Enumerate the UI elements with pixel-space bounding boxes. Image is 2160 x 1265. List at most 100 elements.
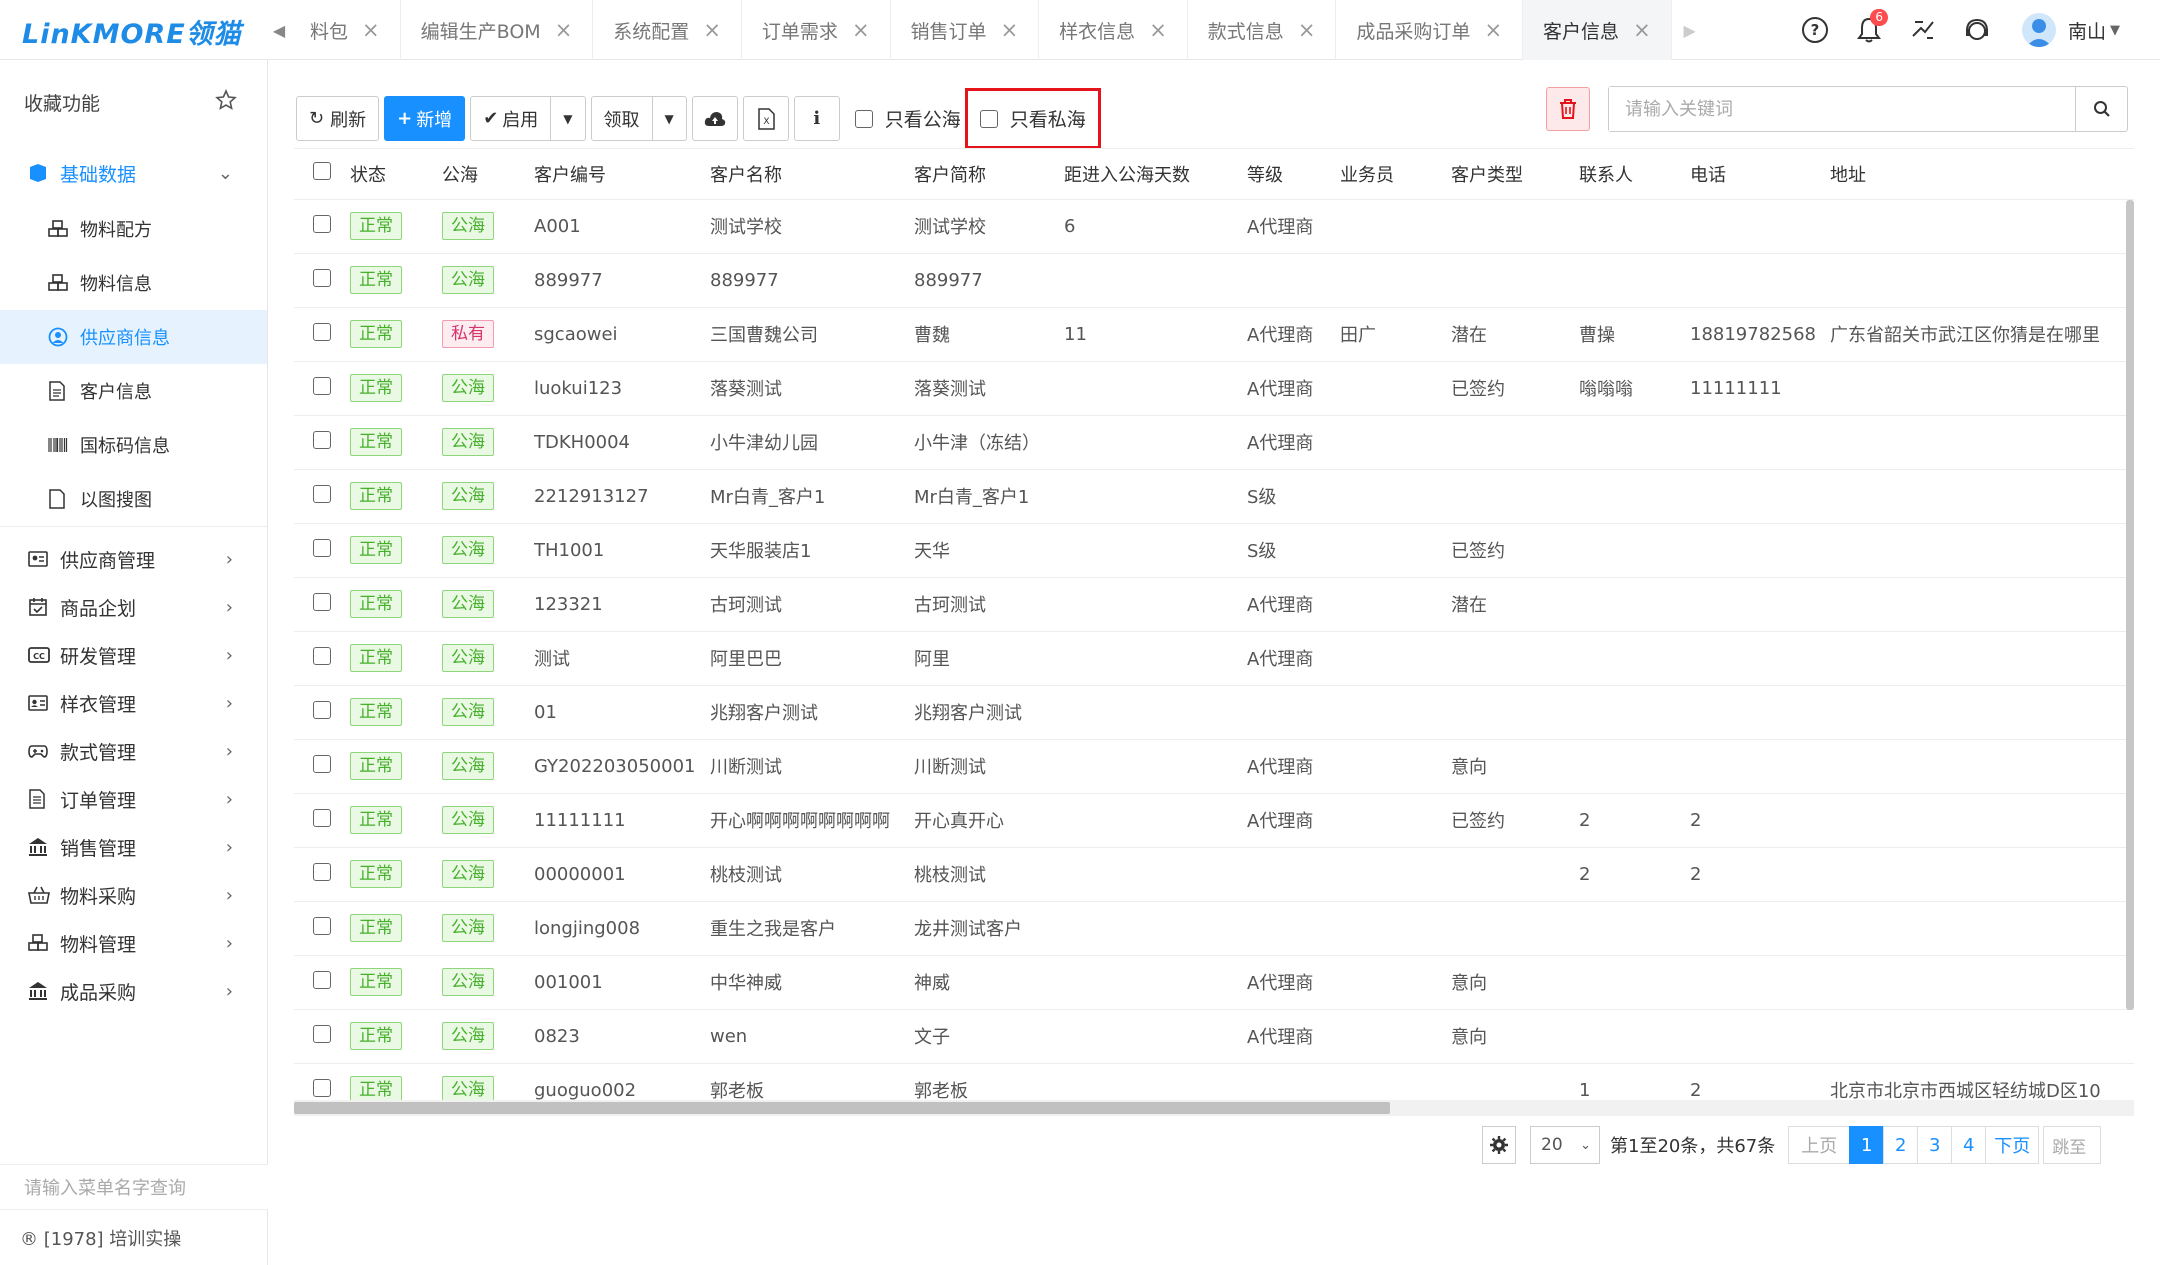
notification-bell-icon[interactable]: 6 bbox=[1842, 9, 1896, 44]
row-checkbox[interactable] bbox=[313, 862, 331, 881]
row-checkbox[interactable] bbox=[313, 322, 331, 341]
sidebar-item[interactable]: 客户信息 bbox=[0, 364, 267, 418]
row-checkbox[interactable] bbox=[313, 376, 331, 395]
tab-item[interactable]: 成品采购订单 × bbox=[1336, 0, 1524, 60]
table-row[interactable]: 正常 公海 GY202203050001 川断测试 川断测试 A代理商 意向 bbox=[294, 738, 2134, 793]
menu-search-input[interactable]: 请输入菜单名字查询 bbox=[0, 1164, 268, 1210]
row-checkbox[interactable] bbox=[313, 1078, 331, 1097]
row-checkbox[interactable] bbox=[313, 754, 331, 773]
table-row[interactable]: 正常 公海 11111111 开心啊啊啊啊啊啊啊啊 开心真开心 A代理商 已签约 2 2 bbox=[294, 792, 2134, 847]
sidebar-group[interactable]: 款式管理 › bbox=[0, 727, 267, 775]
tabs-scroll-left-icon[interactable]: ◀ bbox=[268, 0, 290, 60]
column-header[interactable]: 客户编号 bbox=[534, 149, 710, 199]
close-icon[interactable]: × bbox=[703, 18, 721, 42]
claim-dropdown-button[interactable]: ▼ bbox=[652, 96, 687, 141]
sidebar-group-basic-data[interactable]: 基础数据 ⌄ bbox=[0, 144, 267, 202]
row-checkbox[interactable] bbox=[313, 214, 331, 233]
table-row[interactable]: 正常 公海 TDKH0004 小牛津幼儿园 小牛津（冻结） A代理商 bbox=[294, 414, 2134, 469]
sidebar-item[interactable]: 供应商信息 bbox=[0, 310, 267, 364]
export-excel-button[interactable]: X bbox=[742, 96, 789, 141]
table-row[interactable]: 正常 公海 123321 古珂测试 古珂测试 A代理商 潜在 bbox=[294, 576, 2134, 631]
close-icon[interactable]: × bbox=[852, 18, 870, 42]
only-public-checkbox[interactable] bbox=[854, 109, 873, 128]
close-icon[interactable]: × bbox=[1298, 18, 1316, 42]
column-header[interactable]: 电话 bbox=[1690, 149, 1830, 199]
prev-page-button[interactable]: 上页 bbox=[1788, 1126, 1851, 1164]
next-page-button[interactable]: 下页 bbox=[1985, 1126, 2040, 1164]
sidebar-item[interactable]: 国标码信息 bbox=[0, 418, 267, 472]
close-icon[interactable]: × bbox=[1001, 18, 1019, 42]
sidebar-group[interactable]: CC 研发管理 › bbox=[0, 631, 267, 679]
tab-item[interactable]: 订单需求 × bbox=[742, 0, 891, 60]
sidebar-group[interactable]: 物料管理 › bbox=[0, 919, 267, 967]
sidebar-group[interactable]: 物料采购 › bbox=[0, 871, 267, 919]
row-checkbox[interactable] bbox=[313, 484, 331, 503]
sidebar-group[interactable]: 销售管理 › bbox=[0, 823, 267, 871]
info-button[interactable]: i bbox=[793, 96, 840, 141]
sidebar-item[interactable]: 以图搜图 bbox=[0, 472, 267, 526]
row-checkbox[interactable] bbox=[313, 646, 331, 665]
close-icon[interactable]: × bbox=[1484, 18, 1502, 42]
column-header[interactable]: 距进入公海天数 bbox=[1064, 149, 1247, 199]
tab-item[interactable]: 系统配置 × bbox=[593, 0, 742, 60]
add-button[interactable]: + 新增 bbox=[384, 96, 466, 141]
column-header[interactable]: 公海 bbox=[442, 149, 534, 199]
tab-item[interactable]: 料包 × bbox=[290, 0, 401, 60]
keyword-search-input[interactable] bbox=[1609, 87, 2075, 131]
column-header[interactable]: 地址 bbox=[1830, 149, 2134, 199]
brand-logo[interactable]: LinKMORE领猫 bbox=[22, 12, 242, 51]
enable-button[interactable]: ✔ 启用 bbox=[470, 96, 552, 141]
sidebar-item[interactable]: 物料配方 bbox=[0, 202, 267, 256]
close-icon[interactable]: × bbox=[555, 18, 573, 42]
only-private-toggle[interactable]: 只看私海 bbox=[979, 105, 1086, 132]
page-number-button[interactable]: 2 bbox=[1883, 1126, 1919, 1164]
table-row[interactable]: 正常 公海 001001 中华神威 神威 A代理商 意向 bbox=[294, 954, 2134, 1009]
row-checkbox[interactable] bbox=[313, 538, 331, 557]
enable-dropdown-button[interactable]: ▼ bbox=[551, 96, 586, 141]
row-checkbox[interactable] bbox=[313, 268, 331, 287]
page-number-button[interactable]: 4 bbox=[1951, 1126, 1987, 1164]
table-row[interactable]: 正常 公海 0823 wen 文子 A代理商 意向 bbox=[294, 1008, 2134, 1063]
row-checkbox[interactable] bbox=[313, 592, 331, 611]
sidebar-item[interactable]: 物料信息 bbox=[0, 256, 267, 310]
sidebar-group[interactable]: 商品企划 › bbox=[0, 583, 267, 631]
table-row[interactable]: 正常 公海 00000001 桃枝测试 桃枝测试 2 2 bbox=[294, 846, 2134, 901]
tab-item[interactable]: 样衣信息 × bbox=[1039, 0, 1188, 60]
table-row[interactable]: 正常 公海 longjing008 重生之我是客户 龙井测试客户 bbox=[294, 900, 2134, 955]
table-row[interactable]: 正常 公海 TH1001 天华服装店1 天华 S级 已签约 bbox=[294, 522, 2134, 577]
pagination-settings-button[interactable] bbox=[1482, 1126, 1516, 1164]
search-button[interactable] bbox=[2075, 87, 2127, 131]
table-row[interactable]: 正常 公海 01 兆翔客户测试 兆翔客户测试 bbox=[294, 684, 2134, 739]
sidebar-group[interactable]: 供应商管理 › bbox=[0, 535, 267, 583]
column-header[interactable]: 联系人 bbox=[1579, 149, 1690, 199]
star-icon[interactable] bbox=[215, 88, 237, 116]
table-row[interactable]: 正常 公海 889977 889977 889977 bbox=[294, 252, 2134, 307]
row-checkbox[interactable] bbox=[313, 916, 331, 935]
table-row[interactable]: 正常 公海 测试 阿里巴巴 阿里 A代理商 bbox=[294, 630, 2134, 685]
sidebar-group[interactable]: 成品采购 › bbox=[0, 967, 267, 1015]
column-header[interactable]: 客户简称 bbox=[914, 149, 1064, 199]
only-private-checkbox[interactable] bbox=[979, 109, 998, 128]
column-header[interactable]: 客户名称 bbox=[710, 149, 914, 199]
page-size-select[interactable]: 20 ⌄ bbox=[1530, 1126, 1600, 1164]
row-checkbox[interactable] bbox=[313, 700, 331, 719]
close-icon[interactable]: × bbox=[1633, 18, 1651, 42]
quick-action-icon[interactable] bbox=[1896, 16, 1950, 44]
close-icon[interactable]: × bbox=[362, 18, 380, 42]
sidebar-group[interactable]: 样衣管理 › bbox=[0, 679, 267, 727]
column-header[interactable]: 客户类型 bbox=[1451, 149, 1579, 199]
horizontal-scrollbar[interactable] bbox=[294, 1100, 2134, 1116]
vertical-scrollbar[interactable] bbox=[2126, 200, 2134, 1010]
tab-item[interactable]: 销售订单 × bbox=[891, 0, 1040, 60]
refresh-button[interactable]: ↻ 刷新 bbox=[296, 96, 380, 141]
page-number-button[interactable]: 3 bbox=[1917, 1126, 1953, 1164]
cloud-upload-button[interactable] bbox=[691, 96, 738, 141]
tab-item[interactable]: 款式信息 × bbox=[1188, 0, 1337, 60]
tab-item[interactable]: 客户信息 × bbox=[1523, 0, 1672, 60]
row-checkbox[interactable] bbox=[313, 1024, 331, 1043]
user-menu[interactable]: 南山 ▼ bbox=[2004, 13, 2160, 47]
table-row[interactable]: 正常 私有 sgcaowei 三国曹魏公司 曹魏 11 A代理商 田广 潜在 曹操 18819782… bbox=[294, 306, 2134, 361]
tab-item[interactable]: 编辑生产BOM × bbox=[401, 0, 594, 60]
only-public-toggle[interactable]: 只看公海 bbox=[854, 105, 961, 132]
row-checkbox[interactable] bbox=[313, 430, 331, 449]
